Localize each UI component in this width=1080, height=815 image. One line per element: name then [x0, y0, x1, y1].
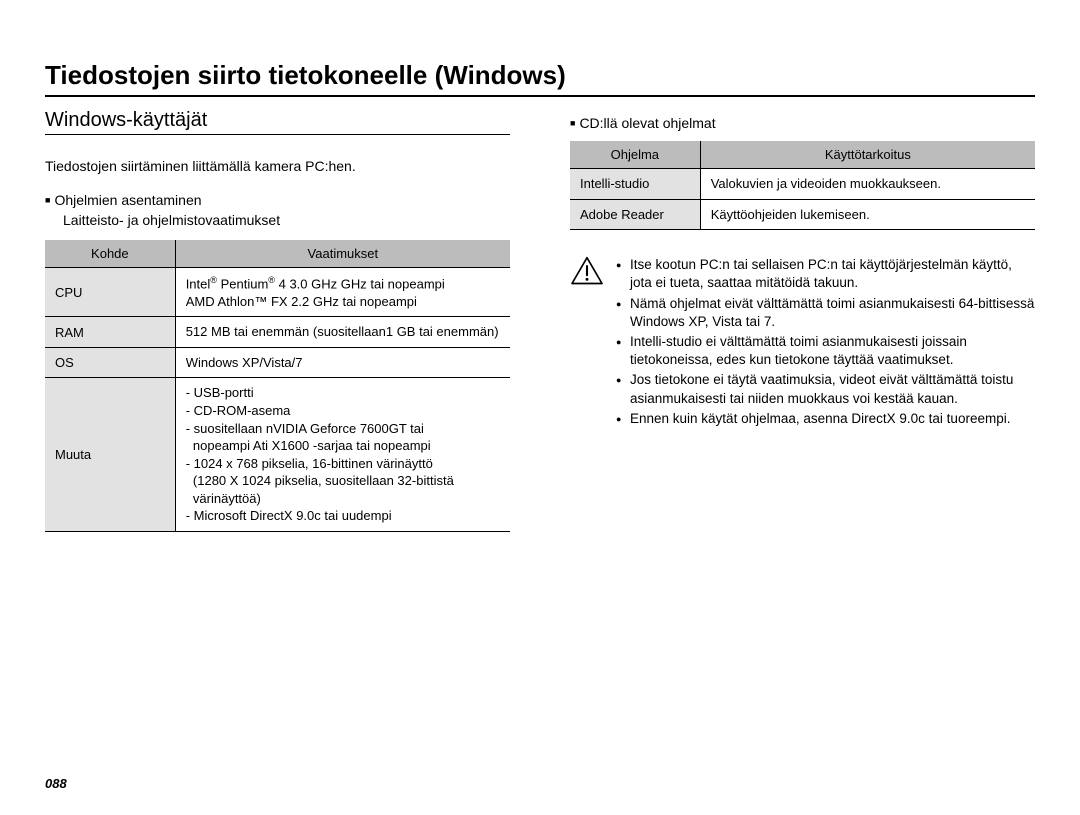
page-number: 088 — [45, 776, 67, 791]
table-row: OSWindows XP/Vista/7 — [45, 347, 510, 378]
subtitle-windows-users: Windows-käyttäjät — [45, 109, 510, 132]
table-row: CPUIntel® Pentium® 4 3.0 GHz GHz tai nop… — [45, 267, 510, 316]
cd-programs-table: Ohjelma Käyttötarkoitus Intelli-studioVa… — [570, 141, 1035, 230]
title-rule — [45, 95, 1035, 97]
warning-list: Itse kootun PC:n tai sellaisen PC:n tai … — [616, 256, 1035, 430]
req-key: RAM — [45, 317, 175, 348]
warning-item: Intelli-studio ei välttämättä toimi asia… — [616, 333, 1035, 369]
cd-head-val: Käyttötarkoitus — [700, 141, 1035, 169]
warning-box: Itse kootun PC:n tai sellaisen PC:n tai … — [570, 256, 1035, 430]
install-heading: ■Ohjelmien asentaminen — [45, 192, 510, 208]
req-key: OS — [45, 347, 175, 378]
req-head-key: Kohde — [45, 240, 175, 268]
warning-item: Nämä ohjelmat eivät välttämättä toimi as… — [616, 295, 1035, 331]
warning-item: Itse kootun PC:n tai sellaisen PC:n tai … — [616, 256, 1035, 292]
subtitle-rule — [45, 134, 510, 135]
cd-val: Käyttöohjeiden lukemiseen. — [700, 199, 1035, 230]
req-head-val: Vaatimukset — [175, 240, 510, 268]
req-val: 512 MB tai enemmän (suositellaan1 GB tai… — [175, 317, 510, 348]
warning-icon — [570, 256, 604, 430]
table-row: RAM512 MB tai enemmän (suositellaan1 GB … — [45, 317, 510, 348]
table-row: Muuta- USB-portti- CD-ROM-asema- suosite… — [45, 378, 510, 531]
table-row: Adobe ReaderKäyttöohjeiden lukemiseen. — [570, 199, 1035, 230]
intro-text: Tiedostojen siirtäminen liittämällä kame… — [45, 157, 510, 176]
square-bullet-icon: ■ — [570, 118, 575, 128]
req-val: Windows XP/Vista/7 — [175, 347, 510, 378]
cd-key: Intelli-studio — [570, 169, 700, 200]
cd-val: Valokuvien ja videoiden muokkaukseen. — [700, 169, 1035, 200]
cd-head-key: Ohjelma — [570, 141, 700, 169]
req-key: Muuta — [45, 378, 175, 531]
table-row: Intelli-studioValokuvien ja videoiden mu… — [570, 169, 1035, 200]
page-title: Tiedostojen siirto tietokoneelle (Window… — [45, 60, 1035, 91]
req-key: CPU — [45, 267, 175, 316]
warning-item: Jos tietokone ei täytä vaatimuksia, vide… — [616, 371, 1035, 407]
right-column: ■CD:llä olevat ohjelmat Ohjelma Käyttöta… — [570, 109, 1035, 532]
square-bullet-icon: ■ — [45, 195, 50, 205]
req-val: Intel® Pentium® 4 3.0 GHz GHz tai nopeam… — [175, 267, 510, 316]
requirements-heading: Laitteisto- ja ohjelmistovaatimukset — [63, 212, 510, 228]
cd-key: Adobe Reader — [570, 199, 700, 230]
left-column: Windows-käyttäjät Tiedostojen siirtämine… — [45, 109, 510, 532]
warning-item: Ennen kuin käytät ohjelmaa, asenna Direc… — [616, 410, 1035, 428]
req-val: - USB-portti- CD-ROM-asema- suositellaan… — [175, 378, 510, 531]
requirements-table: Kohde Vaatimukset CPUIntel® Pentium® 4 3… — [45, 240, 510, 532]
cd-heading: ■CD:llä olevat ohjelmat — [570, 115, 1035, 131]
